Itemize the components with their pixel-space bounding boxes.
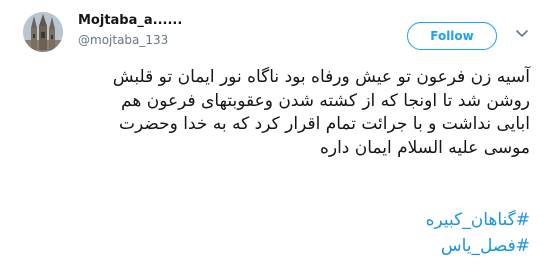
hashtag-link[interactable]: #گناهان_کبیره (22, 207, 530, 233)
tweet-text-line: ابایی نداشت و با جرائت تمام اقرار کرد که… (119, 114, 530, 134)
tweet-text: آسیه زن فرعون تو عیش ورفاه بود ناگاه نور… (22, 66, 530, 160)
avatar[interactable] (23, 12, 63, 52)
chevron-down-icon[interactable] (515, 26, 529, 40)
hashtag-list: #گناهان_کبیره #فصل_یاس (22, 207, 530, 259)
tweet-text-line: موسی علیه السلام ایمان داره (319, 137, 530, 158)
tweet-card: Mojtaba_a...... @mojtaba_133 Follow آسیه… (0, 0, 551, 274)
church-towers-icon (23, 12, 63, 52)
follow-button[interactable]: Follow (407, 22, 497, 50)
display-name[interactable]: Mojtaba_a...... (78, 13, 182, 28)
tweet-text-line: آسیه زن فرعون تو عیش ورفاه بود ناگاه نور… (112, 67, 530, 87)
user-handle[interactable]: @mojtaba_133 (78, 33, 168, 47)
hashtag-link[interactable]: #فصل_یاس (22, 233, 530, 259)
tweet-text-line: روشن شد تا اونجا که از کشته شدن وعقوبتها… (121, 90, 530, 111)
